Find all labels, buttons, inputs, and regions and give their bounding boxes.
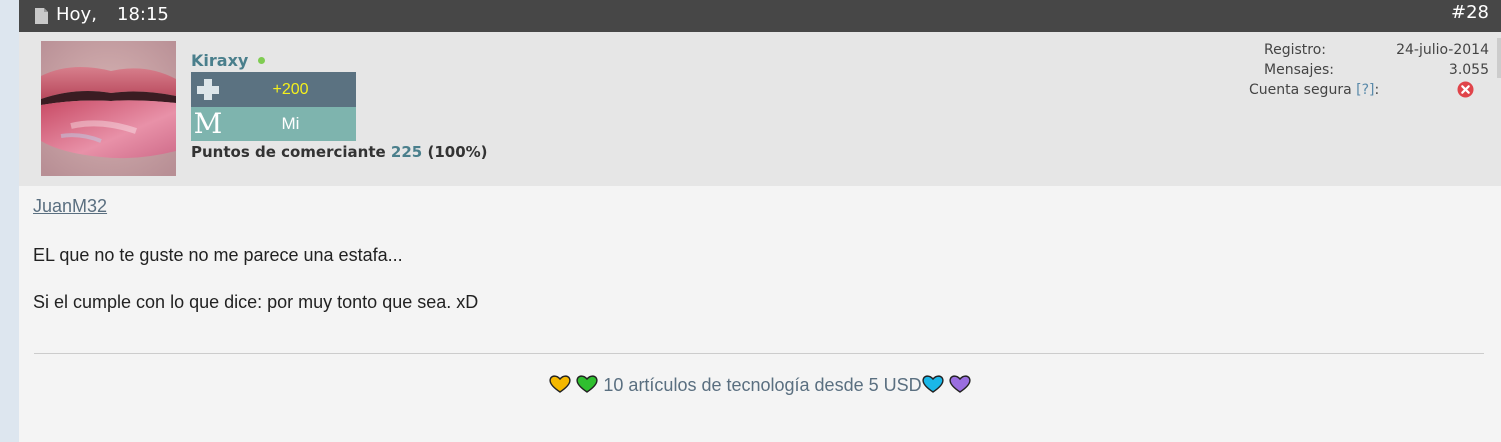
mensajes-value: 3.055 bbox=[1448, 62, 1489, 78]
mensajes-label: Mensajes: bbox=[1264, 62, 1334, 78]
document-icon bbox=[35, 8, 48, 24]
cuenta-segura-label: Cuenta segura [?]: bbox=[1249, 82, 1379, 98]
username-link[interactable]: Kiraxy bbox=[191, 51, 248, 70]
reputation-box: +200 bbox=[191, 72, 356, 107]
quoted-user-link[interactable]: JuanM32 bbox=[33, 196, 107, 217]
signature: 10 artículos de tecnología desde 5 USD bbox=[19, 374, 1501, 396]
message-line: EL que no te guste no me parece una esta… bbox=[33, 245, 403, 265]
reputation-value: +200 bbox=[272, 81, 309, 98]
rank-box: M Mi bbox=[191, 107, 356, 141]
post-header: Hoy, 18:15 #28 bbox=[19, 0, 1501, 32]
online-status-indicator bbox=[258, 57, 265, 64]
registro-label: Registro: bbox=[1264, 42, 1327, 58]
blue-heart-icon bbox=[921, 375, 944, 393]
yellow-heart-icon bbox=[549, 375, 571, 393]
message-line: Si el cumple con lo que dice: por muy to… bbox=[33, 292, 479, 312]
cuenta-segura-text: Cuenta segura bbox=[1249, 82, 1352, 98]
rank-letter-icon: M bbox=[193, 107, 223, 140]
merchant-points-value[interactable]: 225 bbox=[391, 143, 422, 161]
post-time: 18:15 bbox=[117, 4, 169, 25]
avatar-image bbox=[41, 41, 176, 176]
signature-divider bbox=[34, 353, 1484, 354]
forum-post: Hoy, 18:15 #28 Kiraxy +200 M Mi Puntos d… bbox=[19, 0, 1501, 442]
not-secure-icon bbox=[1457, 81, 1474, 98]
rank-title: Mi bbox=[281, 114, 300, 133]
signature-link[interactable]: 10 artículos de tecnología desde 5 USD bbox=[603, 375, 921, 395]
green-heart-icon bbox=[576, 375, 599, 393]
avatar[interactable] bbox=[41, 41, 176, 176]
post-number-link[interactable]: #28 bbox=[1451, 2, 1489, 23]
merchant-label: Puntos de comerciante bbox=[191, 143, 386, 161]
purple-heart-icon bbox=[949, 375, 971, 393]
merchant-points: Puntos de comerciante 225 (100%) bbox=[191, 143, 488, 161]
post-date: Hoy, bbox=[56, 4, 97, 25]
scrollbar[interactable] bbox=[1497, 38, 1501, 78]
cuenta-segura-colon: : bbox=[1374, 82, 1380, 98]
plus-icon[interactable] bbox=[191, 72, 225, 107]
registro-value: 24-julio-2014 bbox=[1396, 42, 1489, 58]
merchant-percent: (100%) bbox=[427, 143, 488, 161]
user-info-panel: Kiraxy +200 M Mi Puntos de comerciante 2… bbox=[19, 32, 1501, 186]
cuenta-segura-help-link[interactable]: [?] bbox=[1356, 82, 1374, 98]
